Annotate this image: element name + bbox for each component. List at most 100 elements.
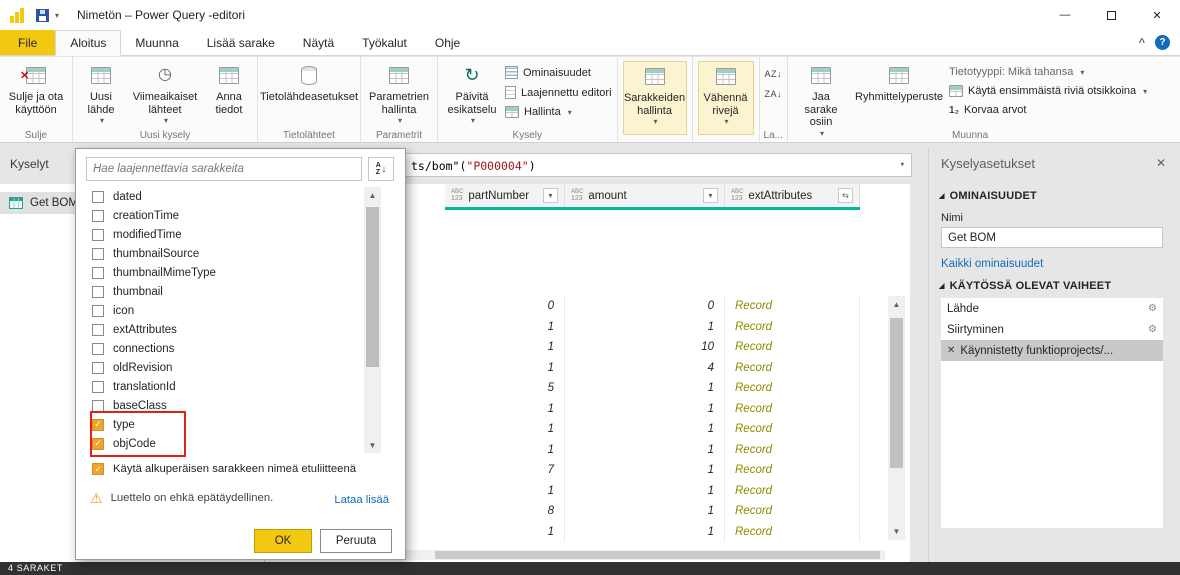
- column-option[interactable]: icon: [86, 301, 356, 320]
- use-prefix-option[interactable]: ✓ Käytä alkuperäisen sarakkeen nimeä etu…: [92, 463, 356, 475]
- checkbox[interactable]: [92, 400, 104, 412]
- filter-icon[interactable]: ▾: [703, 188, 718, 203]
- column-option[interactable]: ✓objCode: [86, 434, 356, 453]
- applied-step[interactable]: ✕Käynnistetty funktioprojects/...: [941, 340, 1163, 361]
- checkbox[interactable]: [92, 210, 104, 222]
- table-row[interactable]: 11Record: [445, 522, 860, 543]
- filter-icon[interactable]: ▾: [543, 188, 558, 203]
- column-option[interactable]: dated: [86, 187, 356, 206]
- scrollbar-thumb[interactable]: [435, 551, 880, 559]
- tab-aloitus[interactable]: Aloitus: [55, 30, 121, 56]
- checkbox[interactable]: [92, 229, 104, 241]
- replace-values-button[interactable]: 1₂ Korvaa arvot: [949, 104, 1147, 116]
- quick-access-caret-icon[interactable]: ▾: [55, 11, 59, 20]
- all-properties-link[interactable]: Kaikki ominaisuudet: [941, 258, 1043, 270]
- applied-step[interactable]: Lähde⚙: [941, 298, 1163, 319]
- scrollbar-thumb[interactable]: [890, 318, 903, 468]
- formula-expand-icon[interactable]: ▾: [900, 160, 905, 170]
- gear-icon[interactable]: ⚙: [1148, 324, 1157, 335]
- checkbox[interactable]: ✓: [92, 438, 104, 450]
- manage-button[interactable]: Hallinta▾: [505, 106, 612, 118]
- group-by-button[interactable]: Ryhmittelyperuste: [853, 61, 945, 106]
- tab-nayta[interactable]: Näytä: [289, 30, 348, 55]
- column-option[interactable]: baseClass: [86, 396, 356, 415]
- checkbox[interactable]: [92, 381, 104, 393]
- save-icon[interactable]: [36, 9, 49, 22]
- advanced-editor-button[interactable]: Laajennettu editori: [505, 86, 612, 99]
- tab-ohje[interactable]: Ohje: [421, 30, 474, 55]
- table-row[interactable]: 14Record: [445, 358, 860, 379]
- sort-descending-button[interactable]: ZA↓: [765, 89, 783, 99]
- checkbox[interactable]: [92, 305, 104, 317]
- cell-extattributes-record-link[interactable]: Record: [725, 399, 860, 420]
- cell-extattributes-record-link[interactable]: Record: [725, 358, 860, 379]
- manage-parameters-button[interactable]: Parametrien hallinta▾: [366, 61, 432, 127]
- properties-button[interactable]: Ominaisuudet: [505, 66, 612, 79]
- tab-lisaa-sarake[interactable]: Lisää sarake: [193, 30, 289, 55]
- recent-sources-button[interactable]: ◷ Viimeaikaiset lähteet▾: [128, 61, 202, 127]
- gear-icon[interactable]: ⚙: [1148, 303, 1157, 314]
- datasource-settings-button[interactable]: Tietolähdeasetukset: [263, 61, 355, 106]
- column-header[interactable]: ABC123amount▾: [565, 184, 725, 207]
- maximize-button[interactable]: [1088, 0, 1134, 30]
- close-pane-icon[interactable]: ✕: [1156, 156, 1166, 170]
- checkbox[interactable]: [92, 248, 104, 260]
- tab-file[interactable]: File: [0, 30, 55, 55]
- column-option[interactable]: translationId: [86, 377, 356, 396]
- cell-extattributes-record-link[interactable]: Record: [725, 501, 860, 522]
- column-option[interactable]: connections: [86, 339, 356, 358]
- table-row[interactable]: 00Record: [445, 296, 860, 317]
- search-input[interactable]: [86, 157, 362, 181]
- cell-extattributes-record-link[interactable]: Record: [725, 522, 860, 543]
- scroll-down-icon[interactable]: ▼: [888, 523, 905, 540]
- sort-ascending-button[interactable]: AZ↓: [765, 69, 783, 79]
- scrollbar-thumb[interactable]: [366, 207, 379, 367]
- query-name-input[interactable]: [941, 227, 1163, 248]
- load-more-link[interactable]: Lataa lisää: [334, 494, 389, 506]
- sort-columns-button[interactable]: AZ ↓: [368, 157, 394, 181]
- checkbox[interactable]: ✓: [92, 419, 104, 431]
- checkbox[interactable]: [92, 343, 104, 355]
- reduce-rows-button[interactable]: Vähennä rivejä▾: [698, 61, 754, 135]
- cell-extattributes-record-link[interactable]: Record: [725, 481, 860, 502]
- dialog-scrollbar[interactable]: ▲ ▼: [364, 187, 381, 453]
- cell-extattributes-record-link[interactable]: Record: [725, 296, 860, 317]
- cell-extattributes-record-link[interactable]: Record: [725, 337, 860, 358]
- ok-button[interactable]: OK: [254, 529, 312, 553]
- column-option[interactable]: extAttributes: [86, 320, 356, 339]
- table-vertical-scrollbar[interactable]: ▲ ▼: [888, 296, 905, 540]
- applied-steps-section-header[interactable]: ◢ KÄYTÖSSÄ OLEVAT VAIHEET: [939, 280, 1111, 292]
- tab-muunna[interactable]: Muunna: [121, 30, 192, 55]
- checkbox[interactable]: [92, 267, 104, 279]
- applied-step[interactable]: Siirtyminen⚙: [941, 319, 1163, 340]
- table-row[interactable]: 11Record: [445, 440, 860, 461]
- new-source-button[interactable]: Uusi lähde▾: [78, 61, 124, 127]
- collapse-ribbon-icon[interactable]: ^: [1139, 37, 1145, 49]
- refresh-preview-button[interactable]: ↻ Päivitä esikatselu▾: [443, 61, 501, 127]
- column-option[interactable]: creationTime: [86, 206, 356, 225]
- table-row[interactable]: 110Record: [445, 337, 860, 358]
- checkbox[interactable]: [92, 286, 104, 298]
- table-row[interactable]: 11Record: [445, 317, 860, 338]
- help-icon[interactable]: ?: [1155, 35, 1170, 50]
- table-row[interactable]: 11Record: [445, 419, 860, 440]
- table-row[interactable]: 11Record: [445, 399, 860, 420]
- column-option[interactable]: ✓type: [86, 415, 356, 434]
- split-column-button[interactable]: Jaa sarake osiin▾: [793, 61, 849, 140]
- scroll-up-icon[interactable]: ▲: [888, 296, 905, 313]
- scroll-up-icon[interactable]: ▲: [364, 187, 381, 203]
- manage-columns-button[interactable]: Sarakkeiden hallinta▾: [623, 61, 687, 135]
- column-option[interactable]: modifiedTime: [86, 225, 356, 244]
- tab-tyokalut[interactable]: Työkalut: [348, 30, 421, 55]
- cell-extattributes-record-link[interactable]: Record: [725, 317, 860, 338]
- use-first-row-button[interactable]: Käytä ensimmäistä riviä otsikkoina▾: [949, 85, 1147, 97]
- cell-extattributes-record-link[interactable]: Record: [725, 460, 860, 481]
- cell-extattributes-record-link[interactable]: Record: [725, 419, 860, 440]
- table-row[interactable]: 81Record: [445, 501, 860, 522]
- column-option[interactable]: thumbnail: [86, 282, 356, 301]
- scroll-down-icon[interactable]: ▼: [364, 437, 381, 453]
- column-option[interactable]: oldRevision: [86, 358, 356, 377]
- column-option[interactable]: thumbnailMimeType: [86, 263, 356, 282]
- cell-extattributes-record-link[interactable]: Record: [725, 440, 860, 461]
- expand-column-icon[interactable]: ⇆: [838, 188, 853, 203]
